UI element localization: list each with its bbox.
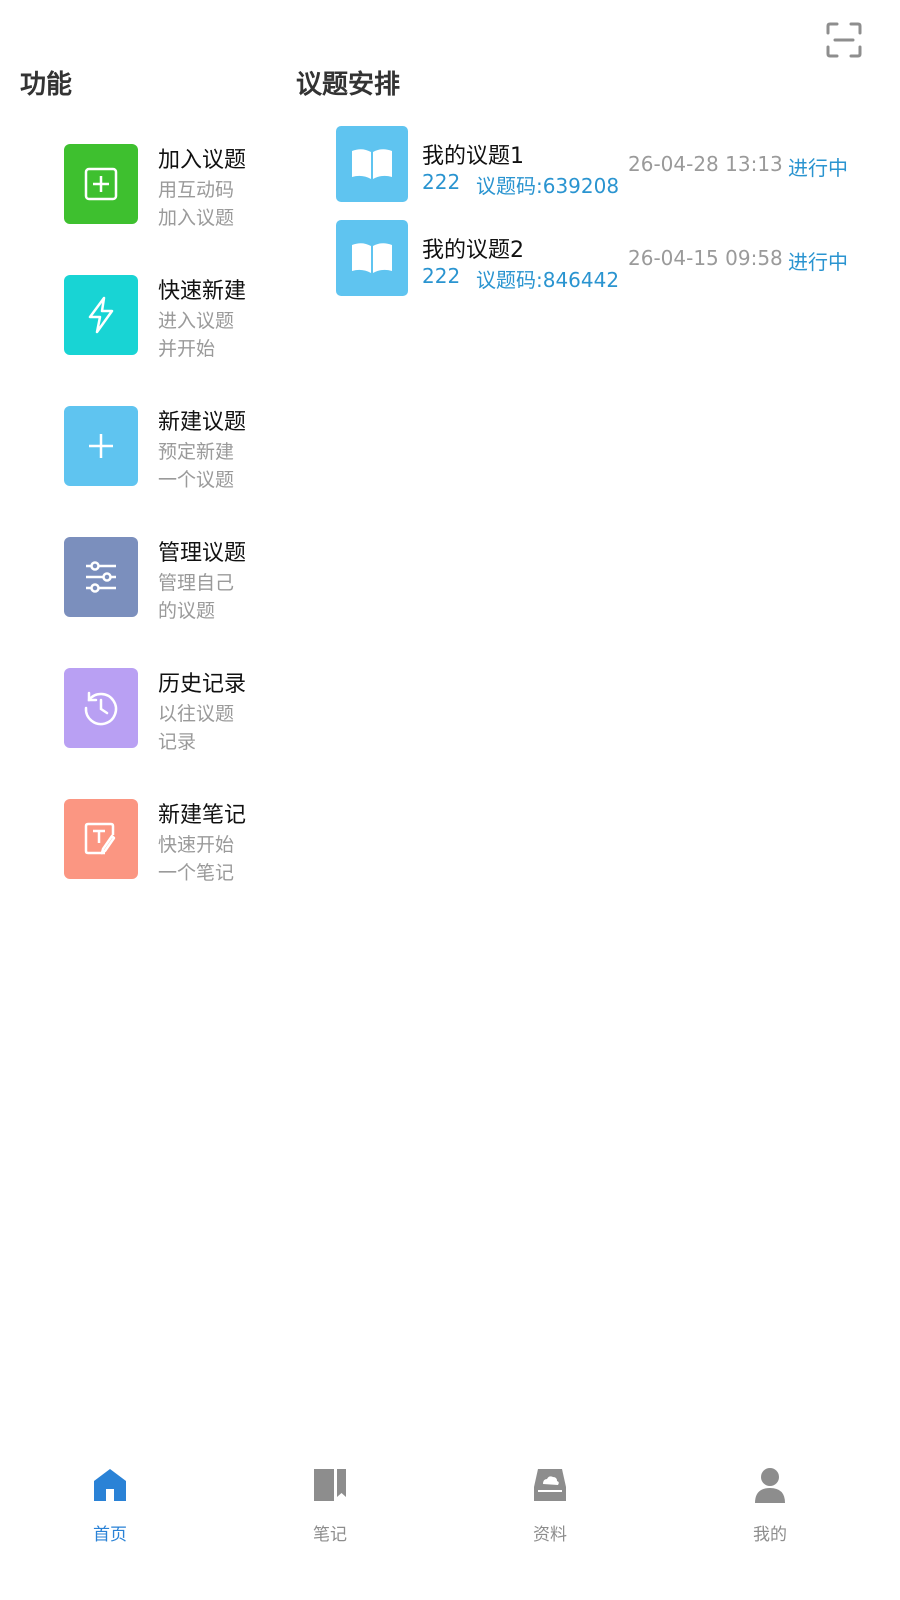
feature-title: 加入议题 bbox=[158, 148, 247, 173]
topic-code: 议题码:639208 bbox=[476, 174, 620, 198]
history-icon bbox=[64, 668, 138, 748]
feature-desc: 预定新建一个议题 bbox=[158, 441, 235, 491]
lightning-icon bbox=[64, 275, 138, 355]
topic-time: 26-04-28 13:13 bbox=[628, 152, 783, 176]
feature-join-topic[interactable]: 加入议题 用互动码加入议题 bbox=[64, 128, 274, 238]
tab-label: 笔记 bbox=[313, 1525, 347, 1545]
feature-new-note[interactable]: 新建笔记 快速开始一个笔记 bbox=[64, 783, 274, 893]
tab-materials[interactable]: 资料 bbox=[490, 1448, 610, 1568]
tab-notes[interactable]: 笔记 bbox=[270, 1448, 390, 1568]
tab-label: 资料 bbox=[533, 1525, 567, 1545]
tab-profile[interactable]: 我的 bbox=[710, 1448, 830, 1568]
book-icon bbox=[336, 220, 408, 296]
feature-history[interactable]: 历史记录 以往议题记录 bbox=[64, 652, 274, 762]
bottom-tab-bar: 首页 笔记 资料 我的 bbox=[0, 1448, 900, 1600]
home-icon bbox=[92, 1466, 128, 1504]
tab-label: 我的 bbox=[753, 1525, 787, 1545]
topic-time: 26-04-15 09:58 bbox=[628, 246, 783, 270]
plus-square-icon bbox=[64, 144, 138, 224]
feature-quick-create[interactable]: 快速新建 进入议题并开始 bbox=[64, 259, 274, 369]
book-icon bbox=[336, 126, 408, 202]
feature-title: 历史记录 bbox=[158, 672, 247, 697]
topic-count: 222 bbox=[422, 264, 461, 288]
user-icon bbox=[752, 1466, 788, 1504]
feature-title: 新建笔记 bbox=[158, 803, 247, 828]
features-title: 功能 bbox=[20, 70, 73, 100]
topic-count: 222 bbox=[422, 170, 461, 194]
topic-item[interactable]: 我的议题2 222 议题码:846442 26-04-15 09:58 进行中 bbox=[336, 220, 856, 298]
feature-desc: 用互动码加入议题 bbox=[158, 179, 235, 229]
topic-status: 进行中 bbox=[788, 250, 848, 274]
plus-icon bbox=[64, 406, 138, 486]
topic-item[interactable]: 我的议题1 222 议题码:639208 26-04-28 13:13 进行中 bbox=[336, 126, 856, 204]
feature-new-topic[interactable]: 新建议题 预定新建一个议题 bbox=[64, 390, 274, 500]
cloud-drive-icon bbox=[532, 1466, 568, 1504]
topic-name: 我的议题2 bbox=[422, 238, 524, 263]
agenda-title: 议题安排 bbox=[296, 70, 401, 100]
topic-name: 我的议题1 bbox=[422, 144, 524, 169]
notebook-icon bbox=[312, 1466, 348, 1504]
tab-label: 首页 bbox=[93, 1525, 127, 1545]
sliders-icon bbox=[64, 537, 138, 617]
tab-home[interactable]: 首页 bbox=[50, 1448, 170, 1568]
scan-icon bbox=[826, 22, 862, 58]
feature-desc: 进入议题并开始 bbox=[158, 310, 235, 360]
note-edit-icon bbox=[64, 799, 138, 879]
topic-status: 进行中 bbox=[788, 156, 848, 180]
feature-manage-topic[interactable]: 管理议题 管理自己的议题 bbox=[64, 521, 274, 631]
feature-title: 快速新建 bbox=[158, 279, 247, 304]
feature-desc: 以往议题记录 bbox=[158, 703, 235, 753]
scan-button[interactable] bbox=[826, 22, 862, 58]
feature-desc: 快速开始一个笔记 bbox=[158, 834, 235, 884]
feature-title: 新建议题 bbox=[158, 410, 247, 435]
feature-desc: 管理自己的议题 bbox=[158, 572, 235, 622]
feature-title: 管理议题 bbox=[158, 541, 247, 566]
topic-code: 议题码:846442 bbox=[476, 268, 620, 292]
